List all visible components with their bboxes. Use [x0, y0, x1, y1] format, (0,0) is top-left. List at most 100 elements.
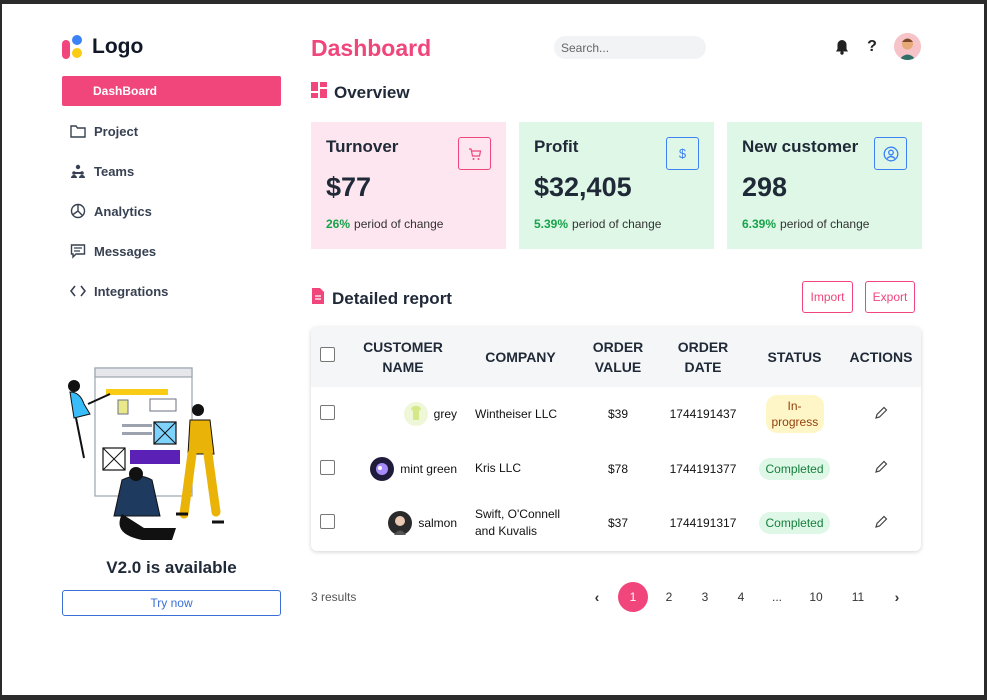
table-row: salmon Swift, O'Connell and Kuvalis $37 … — [311, 496, 921, 551]
company-cell: Swift, O'Connell and Kuvalis — [475, 507, 560, 539]
report-title: Detailed report — [332, 288, 452, 308]
company-cell: Wintheiser LLC — [475, 406, 558, 421]
select-all-checkbox[interactable] — [319, 347, 335, 362]
pagination: ‹ 1 2 3 4 ... 10 11 › — [582, 582, 918, 612]
customer-avatar — [370, 456, 395, 481]
status-badge: Completed — [759, 457, 830, 480]
sidebar-item-dashboard[interactable]: DashBoard — [62, 76, 281, 106]
edit-icon[interactable] — [874, 515, 888, 532]
export-button[interactable]: Export — [865, 281, 915, 313]
status-badge: In-progress — [765, 395, 824, 434]
column-header: ACTIONS — [849, 349, 913, 365]
card-value: $32,405 — [534, 172, 632, 202]
sidebar-item-analytics[interactable]: Analytics — [62, 196, 281, 226]
customer-name: grey — [433, 407, 457, 422]
folder-icon — [70, 123, 86, 139]
dashboard-icon — [311, 82, 327, 103]
search-input[interactable] — [554, 36, 706, 59]
next-page-button[interactable]: › — [882, 582, 912, 612]
profit-card: Profit $32,405 5.39% period of change $ — [519, 122, 714, 249]
card-change: 6.39% period of change — [742, 217, 907, 231]
teams-icon — [70, 163, 86, 179]
change-percent: 6.39% — [742, 217, 777, 231]
logo-icon — [62, 35, 86, 59]
card-change: 5.39% period of change — [534, 217, 699, 231]
logo-text: Logo — [92, 35, 144, 58]
change-label: period of change — [780, 217, 870, 231]
sidebar-item-label: Integrations — [94, 283, 169, 299]
page-button[interactable]: 1 — [618, 582, 648, 612]
customer-avatar — [388, 511, 413, 536]
order-date-cell: 1744191377 — [669, 461, 737, 476]
cart-icon — [458, 137, 491, 170]
sidebar-nav: DashBoard Project Teams Analytics Messag… — [62, 76, 281, 306]
column-header[interactable]: ORDER VALUE — [578, 327, 658, 387]
sidebar-item-label: Teams — [94, 163, 135, 179]
user-circle-icon — [874, 137, 907, 170]
overview-title: Overview — [334, 82, 410, 102]
upgrade-promo: V2.0 is available Try now — [62, 364, 281, 616]
sidebar-item-project[interactable]: Project — [62, 116, 281, 146]
customer-name: mint green — [400, 461, 457, 476]
code-icon — [70, 283, 86, 299]
table-row: grey Wintheiser LLC $39 1744191437 In-pr… — [311, 387, 921, 442]
page-button[interactable]: 10 — [798, 582, 834, 612]
card-value: 298 — [742, 172, 788, 202]
column-header[interactable]: COMPANY — [463, 327, 578, 387]
column-header[interactable]: CUSTOMER NAME — [343, 327, 463, 387]
sidebar-item-label: DashBoard — [93, 84, 158, 98]
status-badge: Completed — [759, 512, 830, 535]
dollar-icon: $ — [666, 137, 699, 170]
table-row: mint green Kris LLC $78 1744191377 Compl… — [311, 442, 921, 497]
message-icon — [70, 243, 86, 259]
table-header: CUSTOMER NAME COMPANY ORDER VALUE ORDER … — [311, 327, 921, 387]
card-value: $77 — [326, 172, 372, 202]
document-icon — [311, 288, 325, 309]
edit-icon[interactable] — [874, 406, 888, 423]
new-customer-card: New customer 298 6.39% period of change — [727, 122, 922, 249]
page-button[interactable]: 4 — [726, 582, 756, 612]
order-value-cell: $39 — [607, 407, 629, 422]
sidebar-item-label: Analytics — [94, 203, 152, 219]
page-button[interactable]: 3 — [690, 582, 720, 612]
customer-avatar — [403, 402, 428, 427]
order-date-cell: 1744191437 — [669, 407, 737, 422]
change-percent: 26% — [326, 217, 351, 231]
help-icon[interactable]: ? — [864, 37, 880, 57]
import-button[interactable]: Import — [802, 281, 853, 313]
promo-title: V2.0 is available — [106, 558, 237, 577]
sidebar-item-integrations[interactable]: Integrations — [62, 276, 281, 306]
header-actions: ? — [834, 33, 921, 60]
report-table: CUSTOMER NAME COMPANY ORDER VALUE ORDER … — [311, 327, 921, 551]
bell-icon[interactable] — [834, 37, 850, 57]
page-button[interactable]: 2 — [654, 582, 684, 612]
row-checkbox[interactable] — [319, 459, 335, 475]
column-header[interactable]: STATUS — [748, 327, 841, 387]
change-label: period of change — [572, 217, 662, 231]
edit-icon[interactable] — [874, 460, 888, 477]
change-label: period of change — [354, 217, 444, 231]
column-header[interactable]: ORDER DATE — [658, 327, 748, 387]
avatar[interactable] — [894, 33, 921, 60]
prev-page-button[interactable]: ‹ — [582, 582, 612, 612]
overview-heading: Overview — [311, 82, 410, 103]
try-now-button[interactable]: Try now — [62, 590, 281, 616]
page-button[interactable]: 11 — [840, 582, 876, 612]
row-checkbox[interactable] — [319, 405, 335, 421]
report-heading: Detailed report — [311, 288, 452, 309]
order-value-cell: $78 — [607, 461, 629, 476]
card-change: 26% period of change — [326, 217, 491, 231]
sidebar-item-messages[interactable]: Messages — [62, 236, 281, 266]
sidebar: Logo DashBoard Project Teams Analytics M… — [62, 30, 281, 616]
customer-name: salmon — [418, 516, 457, 531]
change-percent: 5.39% — [534, 217, 569, 231]
turnover-card: Turnover $77 26% period of change — [311, 122, 506, 249]
company-cell: Kris LLC — [475, 461, 522, 476]
promo-illustration — [68, 367, 224, 540]
results-count: 3 results — [311, 590, 357, 604]
row-checkbox[interactable] — [319, 514, 335, 530]
sidebar-item-label: Project — [94, 123, 139, 139]
logo[interactable]: Logo — [62, 30, 281, 64]
sidebar-item-teams[interactable]: Teams — [62, 156, 281, 186]
order-value-cell: $37 — [607, 516, 629, 531]
